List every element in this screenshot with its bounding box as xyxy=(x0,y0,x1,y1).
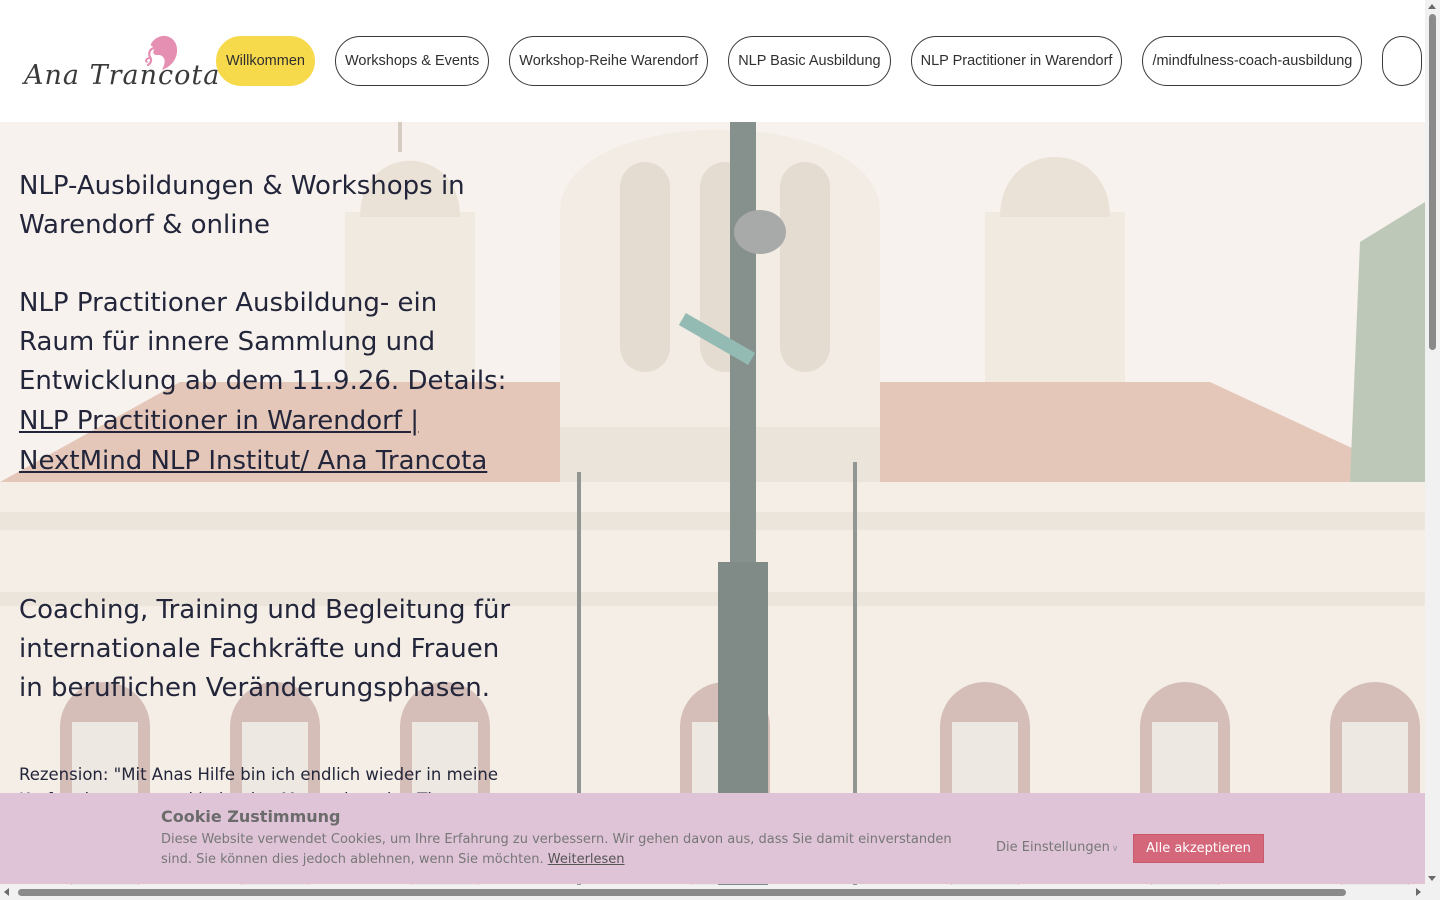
site-header: Ana Trancota Willkommen Workshops & Even… xyxy=(0,0,1425,122)
hero-content: NLP-Ausbildungen & Workshops in Warendor… xyxy=(19,167,519,829)
cookie-settings-button[interactable]: Die Einstellungen ∨ xyxy=(996,840,1118,855)
hero-heading: NLP-Ausbildungen & Workshops in Warendor… xyxy=(19,171,465,240)
nav-item-workshop-reihe[interactable]: Workshop-Reihe Warendorf xyxy=(509,36,709,86)
scrollbar-corner xyxy=(1425,885,1440,900)
site-logo[interactable]: Ana Trancota xyxy=(22,30,219,100)
accept-all-cookies-button[interactable]: Alle akzeptieren xyxy=(1133,834,1264,863)
cookie-banner: Cookie Zustimmung Diese Website verwende… xyxy=(0,793,1425,884)
hero-section: NLP-Ausbildungen & Workshops in Warendor… xyxy=(0,122,1425,900)
scroll-left-arrow-icon[interactable] xyxy=(4,888,9,896)
scroll-down-arrow-icon[interactable] xyxy=(1428,876,1436,881)
nav-item-willkommen[interactable]: Willkommen xyxy=(216,36,315,86)
horizontal-scroll-thumb[interactable] xyxy=(18,889,1346,896)
cookie-title: Cookie Zustimmung xyxy=(161,807,341,826)
main-nav: Willkommen Workshops & Events Workshop-R… xyxy=(216,36,1423,86)
cookie-text: Diese Website verwendet Cookies, um Ihre… xyxy=(161,830,971,870)
page: Ana Trancota Willkommen Workshops & Even… xyxy=(0,0,1440,900)
nav-item-workshops-events[interactable]: Workshops & Events xyxy=(334,36,490,86)
nav-item-nlp-practitioner[interactable]: NLP Practitioner in Warendorf xyxy=(910,36,1123,86)
horizontal-scrollbar[interactable] xyxy=(0,885,1425,900)
practitioner-text: NLP Practitioner Ausbildung- ein Raum fü… xyxy=(19,288,507,396)
vertical-scroll-thumb[interactable] xyxy=(1429,14,1436,350)
coaching-heading: Coaching, Training und Begleitung für in… xyxy=(19,595,511,703)
scroll-up-arrow-icon[interactable] xyxy=(1428,4,1436,9)
scroll-right-arrow-icon[interactable] xyxy=(1416,888,1421,896)
chevron-down-icon: ∨ xyxy=(1111,844,1119,854)
vertical-scrollbar[interactable] xyxy=(1425,0,1440,885)
practitioner-link[interactable]: NLP Practitioner in Warendorf | NextMind… xyxy=(19,401,519,481)
nav-item-mindfulness[interactable]: /mindfulness-coach-ausbildung xyxy=(1142,36,1363,86)
cookie-settings-label: Die Einstellungen xyxy=(996,840,1110,855)
nav-item-more[interactable] xyxy=(1382,36,1423,86)
nav-item-nlp-basic[interactable]: NLP Basic Ausbildung xyxy=(728,36,891,86)
cookie-read-more-link[interactable]: Weiterlesen xyxy=(548,852,625,867)
logo-text: Ana Trancota xyxy=(24,60,221,91)
